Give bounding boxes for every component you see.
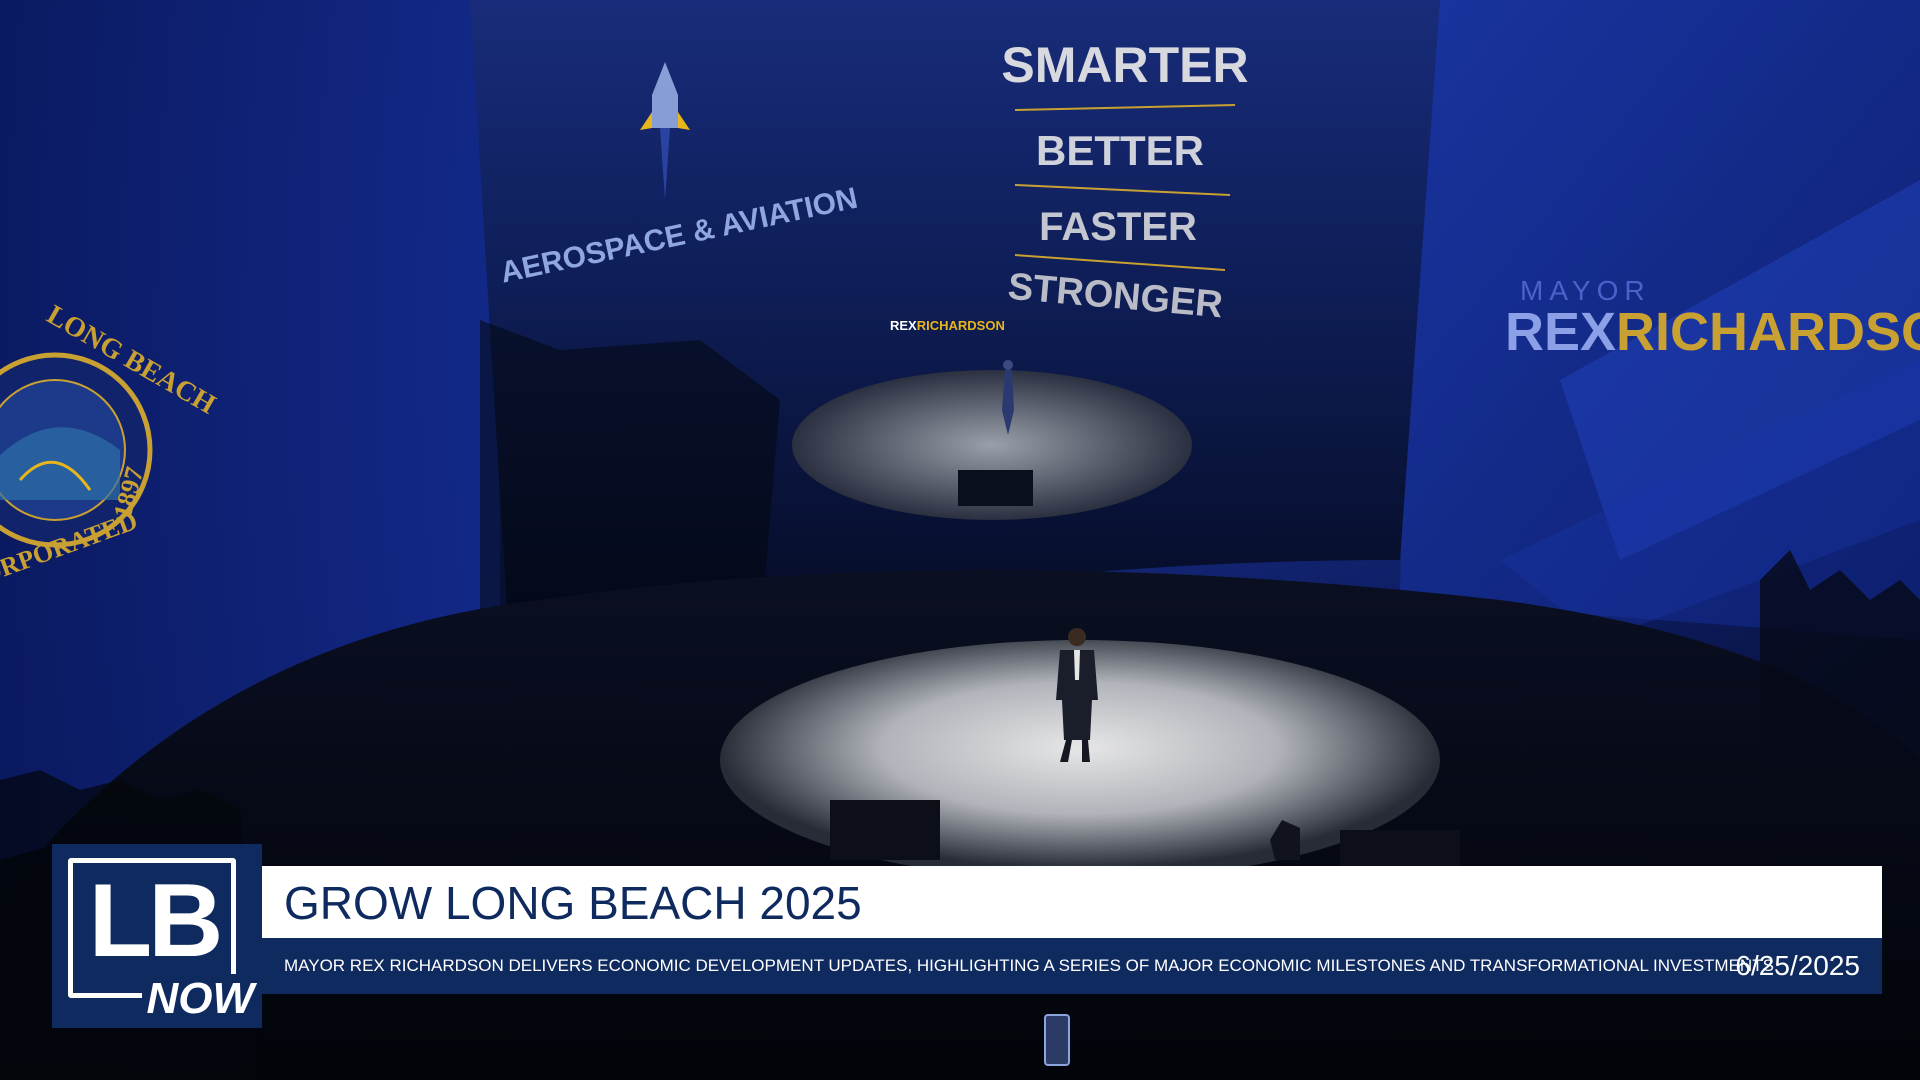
logo-sub-text: NOW	[142, 974, 258, 1024]
headline-text: GROW LONG BEACH 2025	[284, 877, 862, 929]
headline-bar: GROW LONG BEACH 2025	[262, 866, 1882, 938]
screen-brand-small: REXRICHARDSON	[890, 318, 1005, 333]
screen-word-better: BETTER	[1036, 127, 1204, 174]
screen-word-faster: FASTER	[1039, 205, 1197, 249]
screen-word-smarter: SMARTER	[1001, 37, 1248, 93]
logo-main-text: LB	[88, 863, 224, 979]
right-panel-name: REXRICHARDSON	[1505, 302, 1920, 362]
lb-now-logo: LB NOW	[52, 844, 262, 1028]
lower-third: LB NOW GROW LONG BEACH 2025 MAYOR REX RI…	[52, 844, 1882, 1028]
date-text: 6/25/2025	[1735, 950, 1860, 981]
ticker-text: MAYOR REX RICHARDSON DELIVERS ECONOMIC D…	[284, 956, 1779, 975]
info-bar: MAYOR REX RICHARDSON DELIVERS ECONOMIC D…	[262, 938, 1882, 994]
